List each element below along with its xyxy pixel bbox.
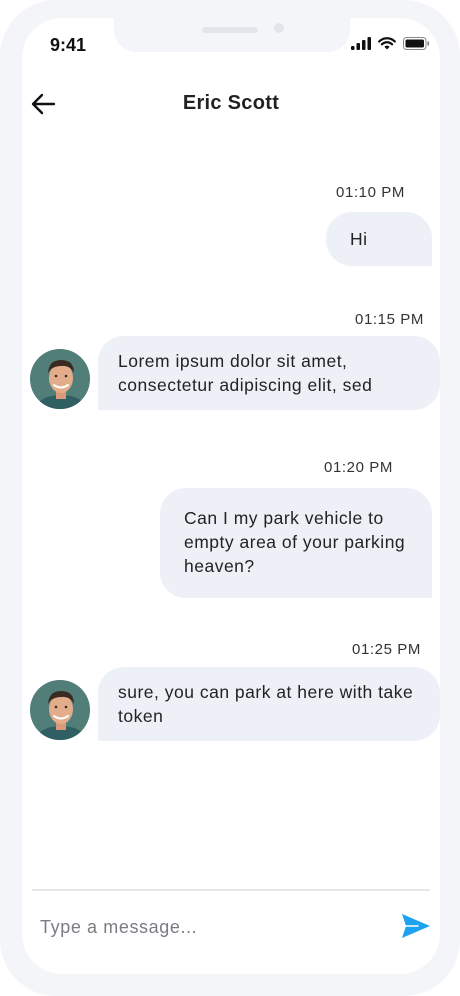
message-timestamp: 01:10 PM xyxy=(336,184,406,201)
cellular-signal-icon xyxy=(351,37,371,50)
phone-frame: 9:41 Eric Scott 01:10 PM Hi 01:15 PM Lor… xyxy=(0,0,460,996)
battery-icon xyxy=(403,37,430,50)
contact-avatar xyxy=(30,349,90,409)
chat-screen: 9:41 Eric Scott 01:10 PM Hi 01:15 PM Lor… xyxy=(22,18,440,974)
wifi-icon xyxy=(378,37,396,50)
message-bubble-incoming: Lorem ipsum dolor sit amet, consectetur … xyxy=(98,336,440,410)
contact-name: Eric Scott xyxy=(182,92,280,114)
message-input[interactable] xyxy=(38,906,382,948)
message-text: Can I my park vehicle to empty area of y… xyxy=(184,508,406,576)
composer-divider xyxy=(32,889,430,891)
message-bubble-outgoing: Can I my park vehicle to empty area of y… xyxy=(160,488,432,598)
contact-avatar xyxy=(30,680,90,740)
speaker-grille xyxy=(202,27,258,33)
message-text: Hi xyxy=(350,229,368,249)
status-time: 9:41 xyxy=(50,35,87,55)
chat-header: Eric Scott xyxy=(22,80,440,128)
device-notch xyxy=(114,18,350,52)
front-camera xyxy=(274,23,284,33)
message-text: Lorem ipsum dolor sit amet, consectetur … xyxy=(118,351,373,395)
message-timestamp: 01:25 PM xyxy=(352,641,422,658)
message-bubble-outgoing: Hi xyxy=(326,212,432,266)
message-bubble-incoming: sure, you can park at here with take tok… xyxy=(98,667,440,741)
status-icons xyxy=(351,37,430,50)
message-timestamp: 01:20 PM xyxy=(324,459,394,476)
message-text: sure, you can park at here with take tok… xyxy=(118,682,414,726)
send-icon[interactable] xyxy=(400,911,432,941)
message-timestamp: 01:15 PM xyxy=(355,311,425,328)
